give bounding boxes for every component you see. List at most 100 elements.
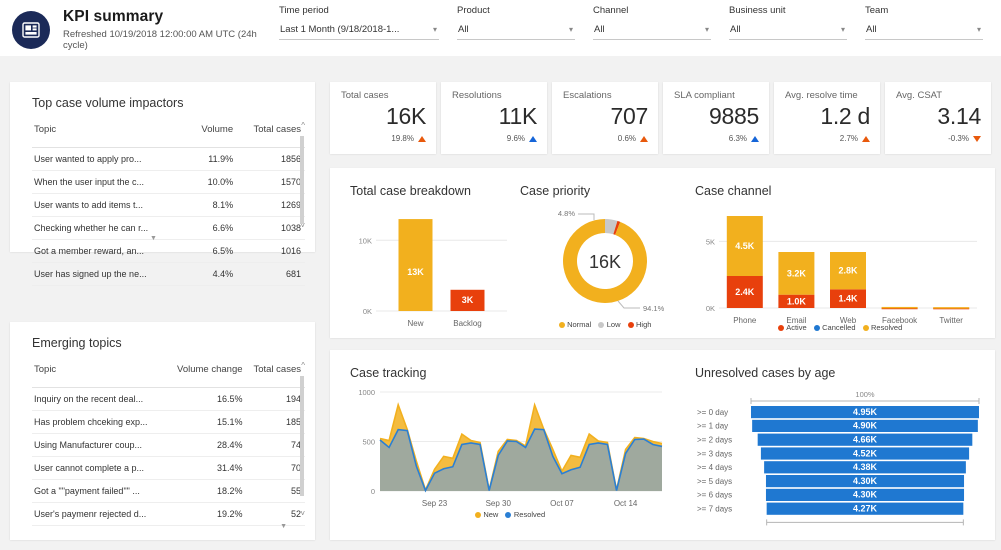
kpi-footer: 6.3% <box>674 134 759 143</box>
cell-total: 194 <box>246 387 305 411</box>
table-row[interactable]: User's paymenr rejected d... 19.2% 52 <box>32 502 305 526</box>
kpi-card-avg-resolve-time[interactable]: Avg. resolve time 1.2 d 2.7% <box>774 82 880 154</box>
trend-up-icon <box>862 135 870 142</box>
product-dropdown[interactable]: All ▾ <box>457 20 575 40</box>
cell-metric: 16.5% <box>167 387 247 411</box>
filter-time-period: Time period Last 1 Month (9/18/2018-1...… <box>279 5 439 40</box>
scrollbar-thumb[interactable] <box>300 136 304 224</box>
scroll-up-icon[interactable]: ^ <box>301 362 305 370</box>
filter-business-unit: Business unit All ▾ <box>729 5 847 40</box>
bar-twitter-resolved[interactable] <box>933 307 970 309</box>
legend-swatch-icon <box>862 324 869 331</box>
emerging-scrollbar[interactable]: ^ ˅ <box>298 362 305 532</box>
dashboard-grid-icon <box>12 10 50 49</box>
bar-facebook-resolved[interactable] <box>881 306 918 309</box>
legend-item-active[interactable]: Active <box>777 323 807 332</box>
funnel-value-label: 4.95K <box>853 407 878 417</box>
business-unit-dropdown[interactable]: All ▾ <box>729 20 847 40</box>
scroll-down-icon[interactable]: ˅ <box>300 510 305 518</box>
kpi-value: 16K <box>385 103 426 129</box>
col-total-cases[interactable]: Total cases <box>247 362 305 388</box>
team-dropdown[interactable]: All ▾ <box>865 20 983 40</box>
bar-value-label: 1.4K <box>838 294 858 304</box>
kpi-card-resolutions[interactable]: Resolutions 11K 9.6% <box>441 82 547 154</box>
bar-new[interactable] <box>398 219 433 311</box>
legend-item-high[interactable]: High <box>627 320 652 329</box>
legend-item-resolved[interactable]: Resolved <box>505 510 545 519</box>
table-row[interactable]: Has problem chceking exp... 15.1% 185 <box>32 410 305 434</box>
app-header: KPI summary Refreshed 10/19/2018 12:00:0… <box>0 0 1001 56</box>
channel-dropdown[interactable]: All ▾ <box>593 20 711 40</box>
col-volume-change[interactable]: Volume change <box>168 362 247 388</box>
channel-plot[interactable]: 0K5K2.4K4.5KPhone1.0K3.2KEmail1.4K2.8KWe… <box>695 206 985 328</box>
table-row[interactable]: Inquiry on the recent deal... 16.5% 194 <box>32 387 305 411</box>
bar-value-label: 2.8K <box>838 266 858 276</box>
kpi-card-sla-compliant[interactable]: SLA compliant 9885 6.3% <box>663 82 769 154</box>
legend-swatch-icon <box>505 511 512 518</box>
impactors-table: Topic Volume Total cases User wanted to … <box>32 122 305 286</box>
bar-value-label: 3K <box>462 295 474 305</box>
legend-label: New <box>483 510 499 519</box>
funnel-category-label: >= 7 days <box>697 505 732 514</box>
donut-center-value: 16K <box>589 252 621 272</box>
kpi-card-total-cases[interactable]: Total cases 16K 19.8% <box>330 82 436 154</box>
priority-title: Case priority <box>520 184 591 198</box>
impactors-title: Top case volume impactors <box>32 96 184 110</box>
kpi-card-escalations[interactable]: Escalations 707 0.6% <box>552 82 658 154</box>
impactors-scrollbar[interactable]: ^ ˅ <box>298 122 305 244</box>
kpi-card-avg-csat[interactable]: Avg. CSAT 3.14 -0.3% <box>885 82 991 154</box>
cell-topic: Got a member reward, an... <box>32 239 191 263</box>
table-row[interactable]: User wanted to apply pro... 11.9% 1856 <box>32 147 305 171</box>
page-title: KPI summary <box>63 8 164 25</box>
col-topic[interactable]: Topic <box>32 122 190 148</box>
x-axis-tick: New <box>407 319 423 328</box>
legend-item-resolved[interactable]: Resolved <box>862 323 902 332</box>
breakdown-plot[interactable]: 0K 10K 13K New 3K Backlog <box>350 206 515 331</box>
sort-descending-icon: ▼ <box>280 523 287 530</box>
case-tracking-chart: Case tracking 0 500 1000 Sep 23 Sep 30 Oct 07… <box>350 350 680 540</box>
x-axis-tick: Oct 07 <box>550 499 574 508</box>
unresolved-cases-by-age-chart: Unresolved cases by age 100% 4.95K >= 0 da… <box>695 350 985 540</box>
legend-item-normal[interactable]: Normal <box>558 320 591 329</box>
kpi-value: 3.14 <box>937 103 981 129</box>
legend-label: High <box>636 320 652 329</box>
col-total-cases[interactable]: Total cases <box>237 122 305 148</box>
table-row[interactable]: Checking whether he can r... 6.6% 1038 <box>32 216 305 240</box>
chevron-down-icon: ▾ <box>432 24 437 34</box>
funnel-category-label: >= 0 day <box>697 408 728 417</box>
chevron-down-icon: ▾ <box>568 24 573 34</box>
brand: KPI summary Refreshed 10/19/2018 12:00:0… <box>0 0 279 51</box>
table-row[interactable]: User has signed up the ne... 4.4% 681 <box>32 262 305 286</box>
kpi-footer: 19.8% <box>341 134 426 143</box>
tracking-plot[interactable]: 0 500 1000 Sep 23 Sep 30 Oct 07 Oct 14 <box>350 386 670 511</box>
priority-donut[interactable]: 16K 4.8% 94.1% <box>520 201 690 319</box>
legend-item-cancelled[interactable]: Cancelled <box>813 323 856 332</box>
col-volume[interactable]: Volume <box>190 122 237 148</box>
kpi-value: 11K <box>498 103 538 129</box>
kpi-delta: 0.6% <box>617 134 636 143</box>
legend-item-low[interactable]: Low <box>598 320 621 329</box>
legend-item-new[interactable]: New <box>474 510 499 519</box>
table-row[interactable]: Got a member reward, an... 6.5% 1016 <box>32 239 305 263</box>
cell-total: 1269 <box>237 193 305 217</box>
table-row[interactable]: Got a ""payment failed"" ... 18.2% 55 <box>32 479 305 503</box>
cell-topic: User wanted to apply pro... <box>32 147 191 171</box>
scroll-up-icon[interactable]: ^ <box>301 122 305 130</box>
time-period-dropdown[interactable]: Last 1 Month (9/18/2018-1... ▾ <box>279 20 439 40</box>
y-axis-tick: 10K <box>359 236 372 245</box>
table-row[interactable]: Using Manufacturer coup... 28.4% 74 <box>32 433 305 457</box>
col-topic[interactable]: Topic <box>32 362 168 388</box>
dashboard-body: Top case volume impactors Topic Volume T… <box>0 56 1001 550</box>
channel-value: All <box>594 24 605 35</box>
chevron-down-icon: ▾ <box>840 24 845 34</box>
table-row[interactable]: User cannot complete a p... 31.4% 70 <box>32 456 305 480</box>
scrollbar-thumb[interactable] <box>300 376 304 496</box>
table-row[interactable]: When the user input the c... 10.0% 1570 <box>32 170 305 194</box>
table-header-row: Topic Volume change Total cases <box>32 362 305 388</box>
funnel-value-label: 4.66K <box>853 435 878 445</box>
y-axis-tick: 0K <box>363 307 372 316</box>
funnel-plot[interactable]: 100% 4.95K >= 0 day 4.90K >= 1 day 4.66K >= 2 … <box>695 388 985 528</box>
trend-up-icon <box>640 135 648 142</box>
table-row[interactable]: User wants to add items t... 8.1% 1269 <box>32 193 305 217</box>
tracking-title: Case tracking <box>350 366 427 380</box>
